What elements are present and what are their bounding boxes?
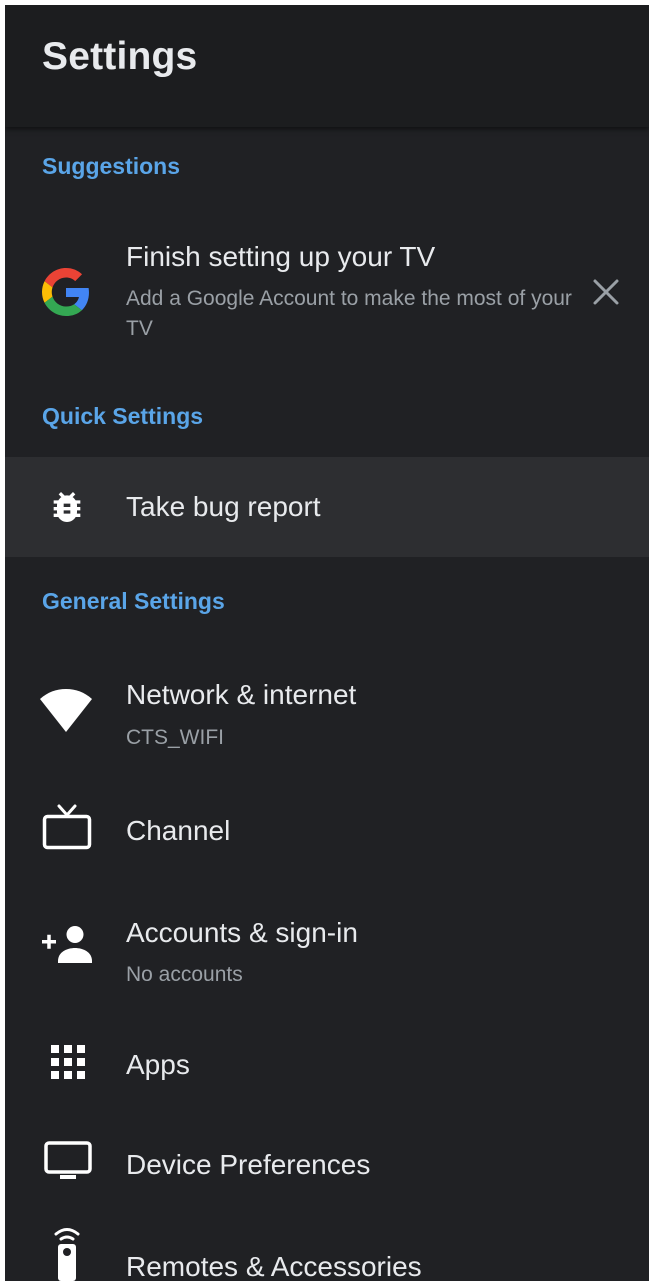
suggestion-finish-setup[interactable]: Finish setting up your TV Add a Google A…	[5, 227, 649, 357]
quick-item-bug-report[interactable]: Take bug report	[5, 457, 649, 557]
section-general-settings: General Settings	[42, 588, 225, 614]
general-item-channel[interactable]: Channel	[5, 793, 649, 865]
general-item-label: Remotes & Accessories	[126, 1251, 422, 1281]
remote-icon	[54, 1228, 80, 1281]
suggestion-subtitle: Add a Google Account to make the most of…	[126, 287, 572, 340]
general-item-label: Channel	[126, 815, 231, 846]
general-item-sublabel: No accounts	[126, 963, 243, 986]
google-icon	[42, 268, 89, 316]
general-item-label: Accounts & sign-in	[126, 917, 358, 948]
apps-grid-icon	[51, 1045, 85, 1079]
section-quick-settings: Quick Settings	[42, 403, 204, 429]
quick-item-label: Take bug report	[126, 491, 321, 522]
general-item-label: Device Preferences	[126, 1149, 371, 1180]
monitor-icon	[44, 1141, 92, 1179]
suggestion-title: Finish setting up your TV	[126, 241, 436, 272]
page-title: Settings	[42, 35, 198, 78]
add-person-icon	[42, 926, 92, 963]
general-item-sublabel: CTS_WIFI	[126, 726, 224, 749]
bug-icon	[53, 492, 81, 522]
general-item-network[interactable]: Network & internet CTS_WIFI	[5, 653, 649, 763]
general-item-label: Network & internet	[126, 679, 357, 710]
tv-icon	[42, 804, 92, 850]
general-item-remotes[interactable]: Remotes & Accessories	[5, 1223, 649, 1281]
general-item-accounts[interactable]: Accounts & sign-in No accounts	[5, 890, 649, 1000]
wifi-icon	[40, 689, 92, 732]
settings-panel: Settings Suggestions Finish setting up y…	[5, 5, 649, 1281]
settings-header: Settings	[5, 5, 649, 127]
general-item-apps[interactable]: Apps	[5, 1027, 649, 1099]
general-item-device-preferences[interactable]: Device Preferences	[5, 1127, 649, 1199]
section-suggestions: Suggestions	[42, 153, 181, 179]
general-item-label: Apps	[126, 1049, 190, 1080]
close-icon[interactable]	[592, 278, 620, 306]
